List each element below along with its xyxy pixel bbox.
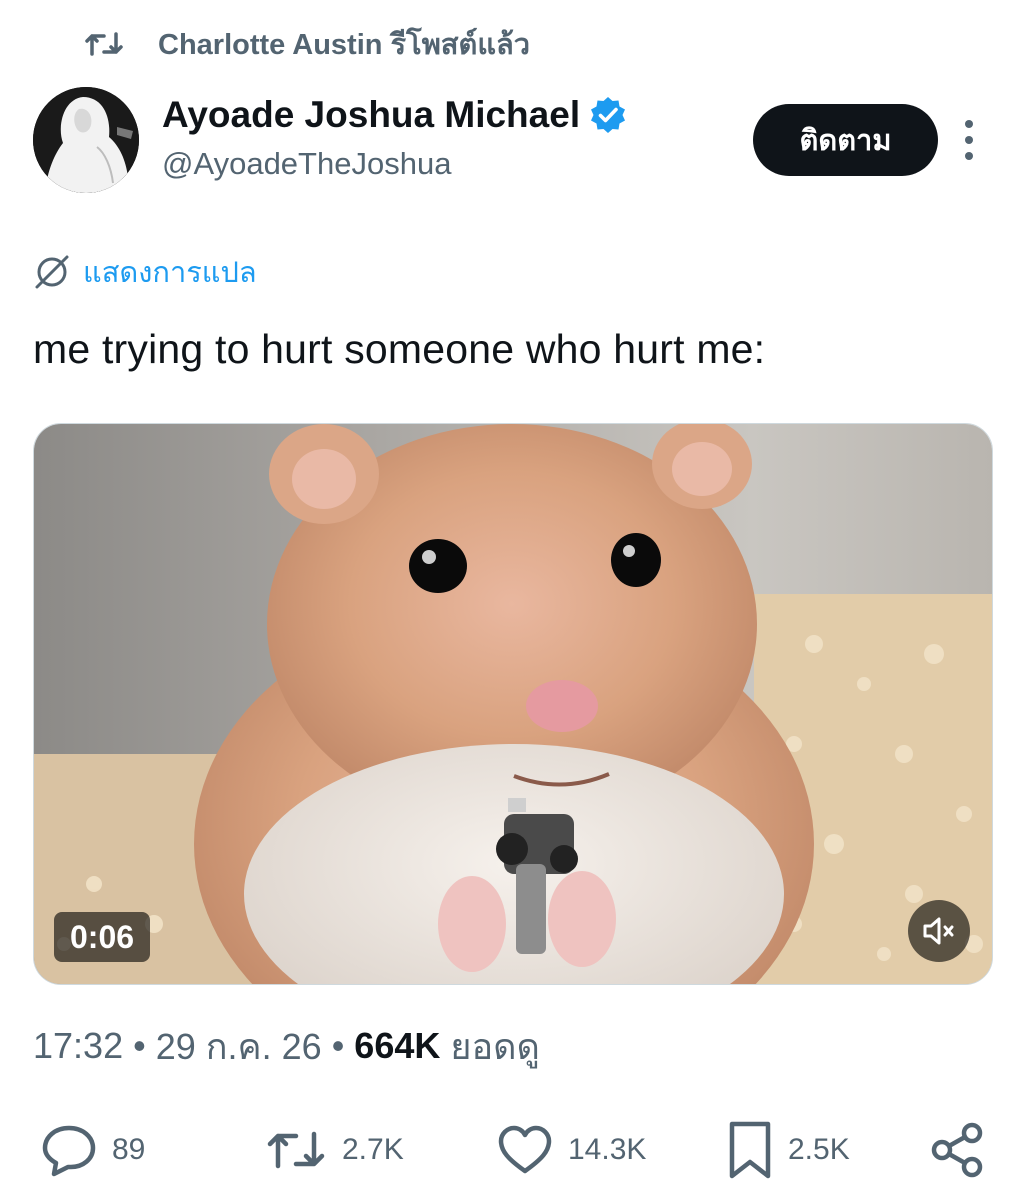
- author-handle[interactable]: @AyoadeTheJoshua: [162, 146, 628, 182]
- tweet-date[interactable]: 29 ก.ค. 26: [156, 1018, 322, 1075]
- repost-count: 2.7K: [342, 1133, 404, 1166]
- mute-button[interactable]: [908, 900, 970, 962]
- repost-button[interactable]: 2.7K: [264, 1118, 404, 1182]
- share-button[interactable]: [930, 1118, 984, 1182]
- tweet-text: me trying to hurt someone who hurt me:: [33, 326, 766, 372]
- retweet-icon: [85, 32, 123, 56]
- show-translation-label: แสดงการแปล: [83, 255, 257, 289]
- tweet-time[interactable]: 17:32: [33, 1025, 123, 1067]
- reply-count: 89: [112, 1133, 146, 1166]
- follow-button[interactable]: ติดตาม: [753, 104, 938, 176]
- share-icon: [931, 1122, 983, 1178]
- bookmark-count: 2.5K: [788, 1133, 850, 1166]
- bookmark-button[interactable]: 2.5K: [726, 1118, 850, 1182]
- meta-separator: •: [133, 1025, 146, 1066]
- heart-icon: [498, 1125, 552, 1174]
- video-thumbnail: [34, 424, 992, 984]
- speaker-muted-icon: [923, 917, 954, 945]
- retweet-context-text: Charlotte Austin รีโพสต์แล้ว: [158, 29, 531, 61]
- avatar-image: [33, 87, 139, 193]
- verified-badge-icon: [591, 97, 626, 133]
- views-count: 664K: [354, 1025, 441, 1066]
- like-button[interactable]: 14.3K: [496, 1118, 646, 1182]
- reply-icon: [42, 1125, 96, 1177]
- action-bar: 89 2.7K 14.3K 2.5K: [0, 1118, 1023, 1182]
- avatar[interactable]: [33, 87, 139, 193]
- more-vertical-icon[interactable]: [958, 118, 980, 162]
- video-player[interactable]: 0:06: [33, 423, 993, 985]
- bookmark-icon: [729, 1121, 771, 1179]
- views-label: ยอดดู: [450, 1025, 540, 1067]
- repost-icon: [267, 1131, 325, 1169]
- tweet-meta: 17:32 • 29 ก.ค. 26 • 664K ยอดดู: [33, 1020, 540, 1072]
- like-count: 14.3K: [568, 1133, 647, 1166]
- show-translation-link[interactable]: แสดงการแปล: [33, 250, 257, 294]
- video-duration-badge: 0:06: [54, 912, 151, 962]
- author-name[interactable]: Ayoade Joshua Michael: [162, 94, 580, 136]
- retweet-context[interactable]: Charlotte Austin รีโพสต์แล้ว: [84, 22, 530, 66]
- meta-separator: •: [331, 1025, 345, 1066]
- globe-icon: [35, 255, 69, 289]
- reply-button[interactable]: 89: [40, 1118, 145, 1182]
- author-block[interactable]: Ayoade Joshua Michael @AyoadeTheJoshua: [162, 92, 628, 182]
